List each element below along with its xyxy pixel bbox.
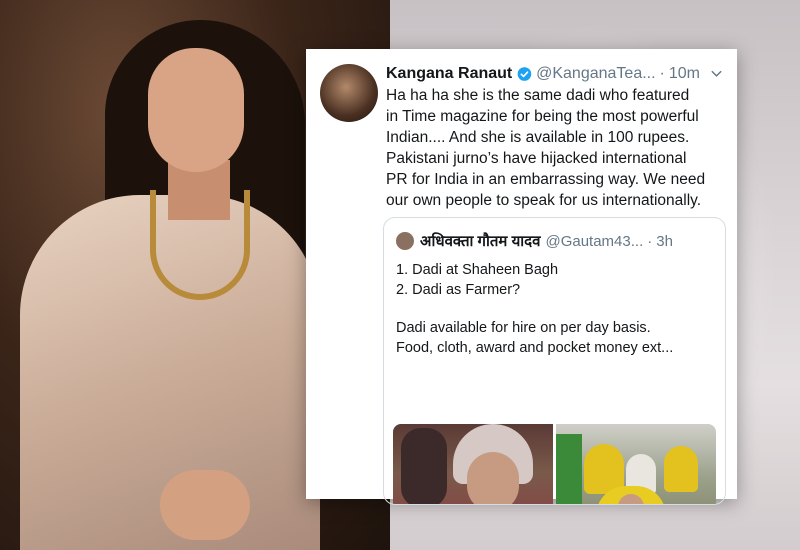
chevron-down-icon[interactable] [710, 69, 723, 79]
quoted-text-line: 1. Dadi at Shaheen Bagh [396, 262, 559, 278]
tweet-text-line: Ha ha ha she is the same dadi who featur… [386, 87, 690, 104]
tweet-header: Kangana Ranaut @KanganaTea... · 10m [386, 63, 723, 85]
quoted-author-handle: @Gautam43... [545, 232, 644, 250]
quoted-tweet-time: 3h [656, 232, 673, 250]
quoted-tweet-text: 1. Dadi at Shaheen Bagh 2. Dadi as Farme… [396, 260, 721, 358]
quoted-text-line: Food, cloth, award and pocket money ext.… [396, 340, 674, 356]
tweet-text: Ha ha ha she is the same dadi who featur… [386, 85, 726, 211]
tweet-text-line: in Time magazine for being the most powe… [386, 108, 699, 125]
tweet-text-line: Indian.... And she is available in 100 r… [386, 129, 690, 146]
separator-dot: · [659, 65, 665, 82]
author-handle[interactable]: @KanganaTea... [536, 65, 655, 83]
author-avatar[interactable] [320, 64, 378, 122]
quoted-text-line [396, 300, 721, 318]
quoted-tweet-header: अधिवक्ता गौतम यादव @Gautam43... · 3h [396, 231, 715, 251]
tweet-card: Kangana Ranaut @KanganaTea... · 10m Ha h… [306, 49, 737, 505]
author-name[interactable]: Kangana Ranaut [386, 65, 512, 83]
quoted-tweet[interactable]: अधिवक्ता गौतम यादव @Gautam43... · 3h 1. … [383, 217, 726, 505]
quoted-author-avatar [396, 232, 414, 250]
quoted-text-line: Dadi available for hire on per day basis… [396, 320, 651, 336]
tweet-time[interactable]: 10m [669, 65, 700, 83]
quoted-author-name: अधिवक्ता गौतम यादव [420, 233, 541, 250]
tweet-text-line: Pakistani jurno’s have hijacked internat… [386, 150, 687, 167]
quoted-text-line: 2. Dadi as Farmer? [396, 282, 521, 298]
tweet-text-line: PR for India in an embarrassing way. We … [386, 171, 706, 188]
verified-badge-icon [517, 67, 532, 81]
separator-dot: · [647, 232, 653, 250]
farmer-protest-photo[interactable] [556, 424, 716, 504]
tweet-text-line: our own people to speak for us internati… [386, 192, 702, 209]
elderly-woman-photo[interactable] [393, 424, 553, 504]
